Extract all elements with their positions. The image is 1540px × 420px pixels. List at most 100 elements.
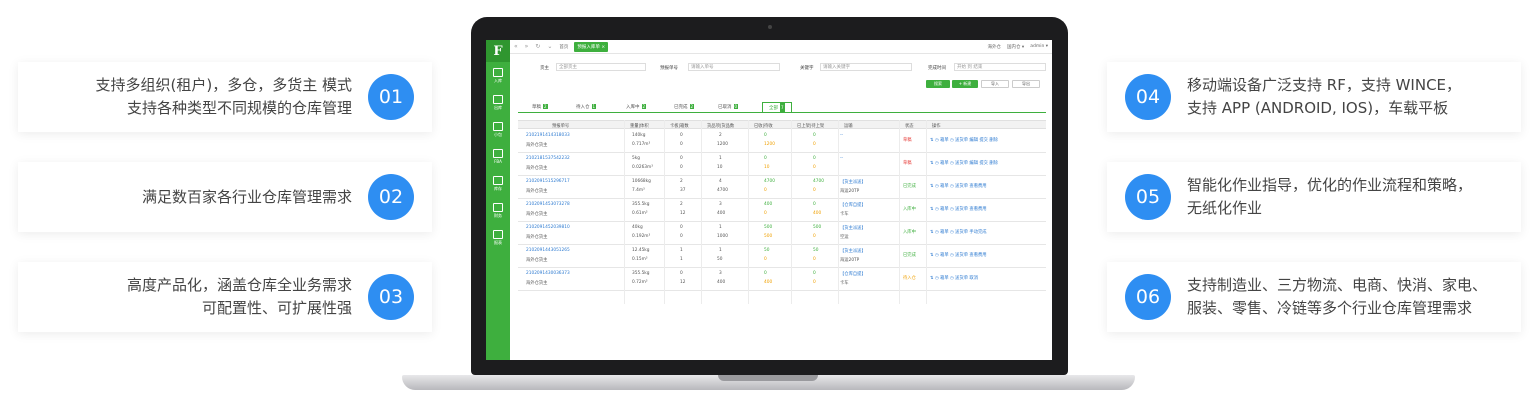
order-number-link[interactable]: 2102191414318033 (526, 133, 570, 138)
tab-pending[interactable]: 待入仓 1 (576, 104, 597, 110)
row-actions[interactable]: ⇅ ◷ 箱单 ◷ 送货单 查看费用 (930, 206, 987, 212)
status-badge: 草稿 (903, 138, 912, 143)
laptop-screen: F 入库 出库 小包 FBA 库存 财务 报表 « » ↻ ⌄ 首页 预报入库单… (486, 40, 1052, 360)
volume-value: 0.15m³ (632, 257, 648, 262)
table-row[interactable]: 2102091452039810 海外仓货主 40kg 0.192m³ 0 0 1 1000 5… (518, 222, 1046, 245)
weight-value: 10668kg (632, 179, 651, 184)
column-divider (899, 120, 900, 304)
count-badge: 2 (689, 104, 695, 109)
owner-name: 海外仓货主 (526, 166, 548, 171)
pallet-count: 2 (680, 202, 683, 207)
weight-value: 40kg (632, 225, 643, 230)
chevron-down-icon[interactable]: ⌄ (547, 43, 552, 50)
box-count: 37 (680, 188, 686, 193)
keyword-input[interactable]: 请输入关键字 (820, 63, 912, 71)
row-actions[interactable]: ⇅ ◷ 箱单 ◷ 送货单 查看费用 (930, 252, 987, 258)
back-icon[interactable]: « (514, 43, 518, 50)
tab-completed[interactable]: 已完成 2 (674, 104, 695, 110)
sidebar-item-parcel[interactable]: 小包 (486, 116, 510, 143)
order-number-link[interactable]: 2102091452039810 (526, 225, 570, 230)
transport-mode: 【仓库自提】 (840, 203, 866, 208)
table-row[interactable]: 2102091443051265 海外仓货主 12.45kg 0.15m³ 1 1 1 50 5… (518, 245, 1046, 268)
transport-mode: -- (840, 156, 844, 161)
column-divider (664, 120, 665, 304)
count-badge: 2 (543, 104, 548, 109)
overseas-warehouse-link[interactable]: 海外仓 (988, 44, 1002, 50)
goods-count: 1200 (717, 142, 728, 147)
order-number-link[interactable]: 2102091443051265 (526, 248, 570, 253)
tab-receiving[interactable]: 入库中 2 (626, 104, 647, 110)
tab-draft[interactable]: 草稿 2 (532, 104, 548, 110)
pallet-count: 0 (680, 156, 683, 161)
sidebar-item-inventory[interactable]: 库存 (486, 170, 510, 197)
app-sidebar: F 入库 出库 小包 FBA 库存 财务 报表 (486, 40, 510, 360)
feature-card-06: 06 支持制造业、三方物流、电商、快消、家电、 服装、零售、冷链等多个行业仓库管… (1107, 262, 1521, 332)
column-header: 重量|体积 (630, 124, 649, 129)
pallet-count: 1 (680, 248, 683, 253)
pallet-count: 0 (680, 225, 683, 230)
document-icon (493, 121, 503, 131)
feature-line: 高度产品化，涵盖仓库全业务需求 (126, 276, 352, 294)
create-button[interactable]: + 新建 (952, 80, 978, 88)
pending-shelve-qty: 0 (813, 280, 816, 285)
forward-icon[interactable]: » (525, 43, 529, 50)
row-actions[interactable]: ⇅ ◷ 箱单 ◷ 送货单 取消 (930, 275, 978, 281)
feature-line: 智能化作业指导，优化的作业流程和策略， (1187, 176, 1473, 194)
shelved-qty: 500 (813, 225, 822, 230)
shelved-qty: 0 (813, 202, 816, 207)
feature-line: 无纸化作业 (1187, 199, 1263, 217)
domestic-warehouse-dropdown[interactable]: 国内仓 ▾ (1007, 44, 1024, 50)
sidebar-item-outbound[interactable]: 出库 (486, 89, 510, 116)
row-actions[interactable]: ⇅ ◷ 箱单 ◷ 送货单 编辑 提交 删除 (930, 137, 998, 143)
camera-icon (768, 25, 772, 29)
owner-name: 海外仓货主 (526, 143, 548, 148)
refresh-icon[interactable]: ↻ (535, 43, 540, 50)
export-button[interactable]: 导出 (1012, 80, 1040, 88)
table-header: 预报单号 重量|体积 卡板|箱数 货品项|货品数 已收|待收 已上架|待上架 运输 状态 操作 (518, 120, 1046, 129)
order-number-link[interactable]: 2102091430036373 (526, 271, 570, 276)
row-actions[interactable]: ⇅ ◷ 箱单 ◷ 送货单 查看费用 (930, 183, 987, 189)
row-actions[interactable]: ⇅ ◷ 箱单 ◷ 送货单 手动完成 (930, 229, 987, 235)
transport-mode: 【货主派送】 (840, 226, 866, 231)
tab-cancelled[interactable]: 已取消 0 (718, 104, 739, 110)
order-number-link[interactable]: 2102091515296717 (526, 179, 570, 184)
row-actions[interactable]: ⇅ ◷ 箱单 ◷ 送货单 编辑 提交 删除 (930, 160, 998, 166)
status-badge: 入库中 (903, 230, 916, 235)
tab-all[interactable]: 全部 7 (762, 102, 792, 112)
box-count: 0 (680, 234, 683, 239)
sidebar-item-inbound[interactable]: 入库 (486, 62, 510, 89)
box-count: 0 (680, 165, 683, 170)
sidebar-item-finance[interactable]: 财务 (486, 197, 510, 224)
pending-qty: 10 (764, 165, 770, 170)
order-number-link[interactable]: 2102181537542232 (526, 156, 570, 161)
finish-time-range[interactable]: 开始 到 结束 (954, 63, 1046, 71)
import-button[interactable]: 导入 (981, 80, 1009, 88)
table-row[interactable]: 2102181537542232 海外仓货主 5kg 0.0263m³ 0 0 1 10 0 10… (518, 153, 1046, 176)
table-row[interactable]: 2102091515296717 海外仓货主 10668kg 7.4m³ 2 37 4 470… (518, 176, 1046, 199)
owner-select[interactable]: 全部货主 (556, 63, 646, 71)
user-menu[interactable]: admin ▾ (1030, 44, 1048, 50)
sidebar-item-fba[interactable]: FBA (486, 143, 510, 170)
keyword-label: 关键字 (800, 66, 814, 71)
table-row[interactable]: 2102191414318033 海外仓货主 140kg 0.717m³ 0 0 2 1200… (518, 130, 1046, 153)
pending-shelve-qty: 0 (813, 165, 816, 170)
table-row[interactable]: 2102091453073278 海外仓货主 355.5kg 0.61m³ 2 12 3 40… (518, 199, 1046, 222)
table-row[interactable]: 2102091430036373 海外仓货主 355.5kg 0.72m³ 0 12 3 40… (518, 268, 1046, 291)
transport-type: 海运20TP (840, 258, 860, 263)
sidebar-item-reports[interactable]: 报表 (486, 224, 510, 251)
tab-home[interactable]: 首页 (559, 44, 568, 50)
shelved-qty: 0 (813, 271, 816, 276)
item-count: 1 (719, 156, 722, 161)
volume-value: 0.61m³ (632, 211, 648, 216)
order-no-input[interactable]: 请输入单号 (688, 63, 780, 71)
owner-label: 货主 (540, 66, 549, 71)
pending-qty: 400 (764, 280, 773, 285)
column-header: 已上架|待上架 (797, 124, 825, 129)
feature-line: 服装、零售、冷链等多个行业仓库管理需求 (1187, 299, 1473, 317)
home-icon (493, 149, 503, 158)
search-button[interactable]: 搜索 (926, 80, 950, 88)
tab-inbound-forecast[interactable]: 预报入库单 × (574, 41, 609, 52)
volume-value: 0.192m³ (632, 234, 651, 239)
order-number-link[interactable]: 2102091453073278 (526, 202, 570, 207)
pending-qty: 500 (764, 234, 773, 239)
